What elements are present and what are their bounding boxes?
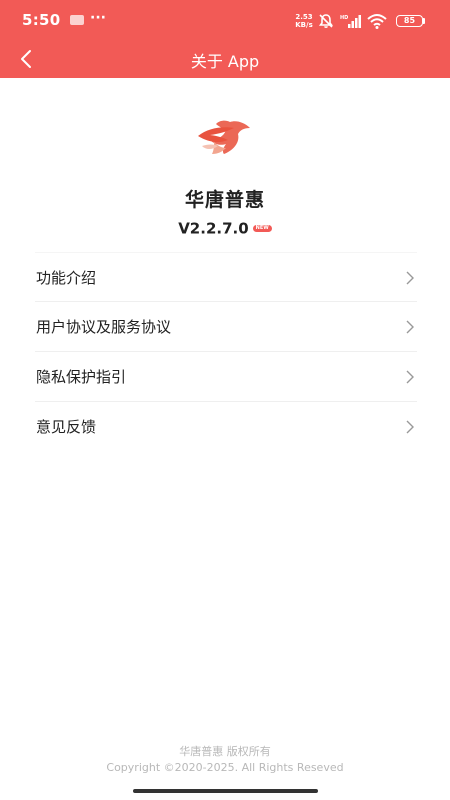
- menu-item-label: 用户协议及服务协议: [36, 318, 172, 336]
- signal-hd-icon: HD: [340, 15, 361, 28]
- svg-text:HD: HD: [340, 15, 348, 21]
- new-badge: NEW: [252, 225, 272, 232]
- chevron-right-icon: [406, 420, 414, 434]
- wifi-icon: [367, 14, 387, 29]
- app-header: 5:50 ··· 2.53 KB/s HD 85 关于 App: [0, 0, 450, 78]
- copyright-owner: 华唐普惠 版权所有: [179, 745, 271, 758]
- battery-level: 85: [403, 16, 416, 25]
- status-more-text: ···: [90, 10, 106, 26]
- copyright-notice: Copyright ©2020-2025. All Rights Reseved: [106, 761, 344, 774]
- app-name: 华唐普惠: [184, 189, 265, 211]
- menu-item-privacy-guide[interactable]: 隐私保护指引: [35, 352, 417, 402]
- status-bar: 5:50 ··· 2.53 KB/s HD 85: [0, 0, 450, 40]
- menu-item-feature-intro[interactable]: 功能介绍: [35, 252, 417, 302]
- network-speed-unit: KB/s: [295, 21, 313, 29]
- menu-item-label: 隐私保护指引: [36, 368, 127, 386]
- menu-item-label: 意见反馈: [36, 418, 97, 436]
- app-logo-icon: [198, 120, 250, 154]
- footer: 华唐普惠 版权所有 Copyright ©2020-2025. All Righ…: [0, 744, 450, 776]
- menu-item-label: 功能介绍: [36, 269, 97, 287]
- menu-item-feedback[interactable]: 意见反馈: [35, 402, 417, 452]
- bell-muted-icon: [318, 14, 334, 28]
- page-title: 关于 App: [190, 52, 260, 71]
- nav-bar: 关于 App: [0, 40, 450, 78]
- notification-app-icon: [70, 15, 84, 25]
- status-time: 5:50: [22, 11, 61, 29]
- about-menu-list: 功能介绍 用户协议及服务协议 隐私保护指引 意见反馈: [35, 252, 417, 452]
- network-speed: 2.53 KB/s: [292, 13, 316, 29]
- chevron-right-icon: [406, 320, 414, 334]
- menu-item-user-agreement[interactable]: 用户协议及服务协议: [35, 302, 417, 352]
- app-version: V2.2.7.0: [178, 219, 249, 238]
- battery-icon: 85: [396, 15, 423, 27]
- network-speed-value: 2.53: [295, 13, 313, 21]
- chevron-right-icon: [406, 271, 414, 285]
- battery-tip: [423, 18, 425, 24]
- version-row: V2.2.7.0 NEW: [0, 218, 450, 238]
- home-indicator[interactable]: [133, 789, 318, 793]
- chevron-right-icon: [406, 370, 414, 384]
